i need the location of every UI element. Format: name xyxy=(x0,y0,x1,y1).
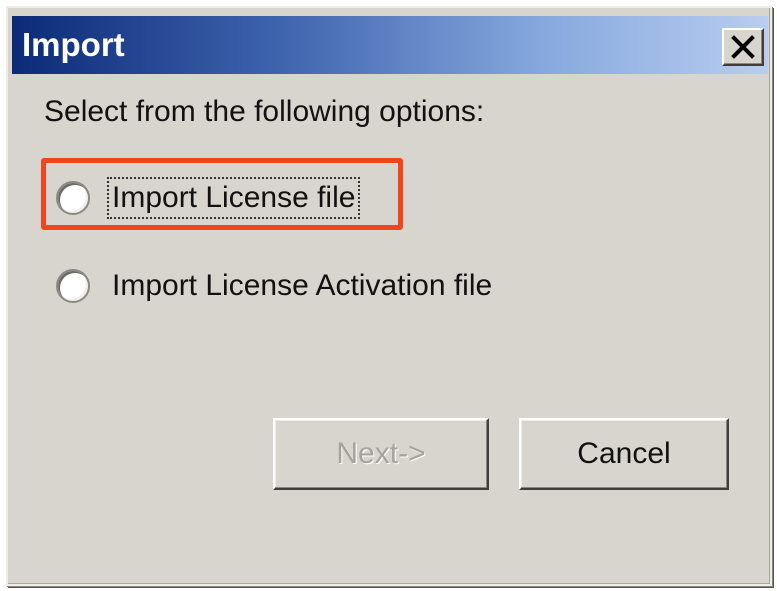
next-button[interactable]: Next-> xyxy=(273,418,489,490)
radio-label-import-license-file[interactable]: Import License file xyxy=(106,177,361,219)
radio-option-import-license-file[interactable]: Import License file xyxy=(56,177,361,219)
close-icon xyxy=(730,35,756,59)
title-bar[interactable]: Import xyxy=(12,16,768,74)
radio-button-icon[interactable] xyxy=(56,269,90,303)
radio-button-icon[interactable] xyxy=(56,181,90,215)
close-button[interactable] xyxy=(722,28,764,66)
radio-label-import-license-activation-file[interactable]: Import License Activation file xyxy=(110,268,494,304)
instruction-text: Select from the following options: xyxy=(44,95,485,128)
import-dialog: Import Select from the following options… xyxy=(6,6,772,586)
dialog-title: Import xyxy=(22,26,125,63)
cancel-button[interactable]: Cancel xyxy=(519,418,729,490)
radio-option-import-license-activation-file[interactable]: Import License Activation file xyxy=(56,266,494,306)
